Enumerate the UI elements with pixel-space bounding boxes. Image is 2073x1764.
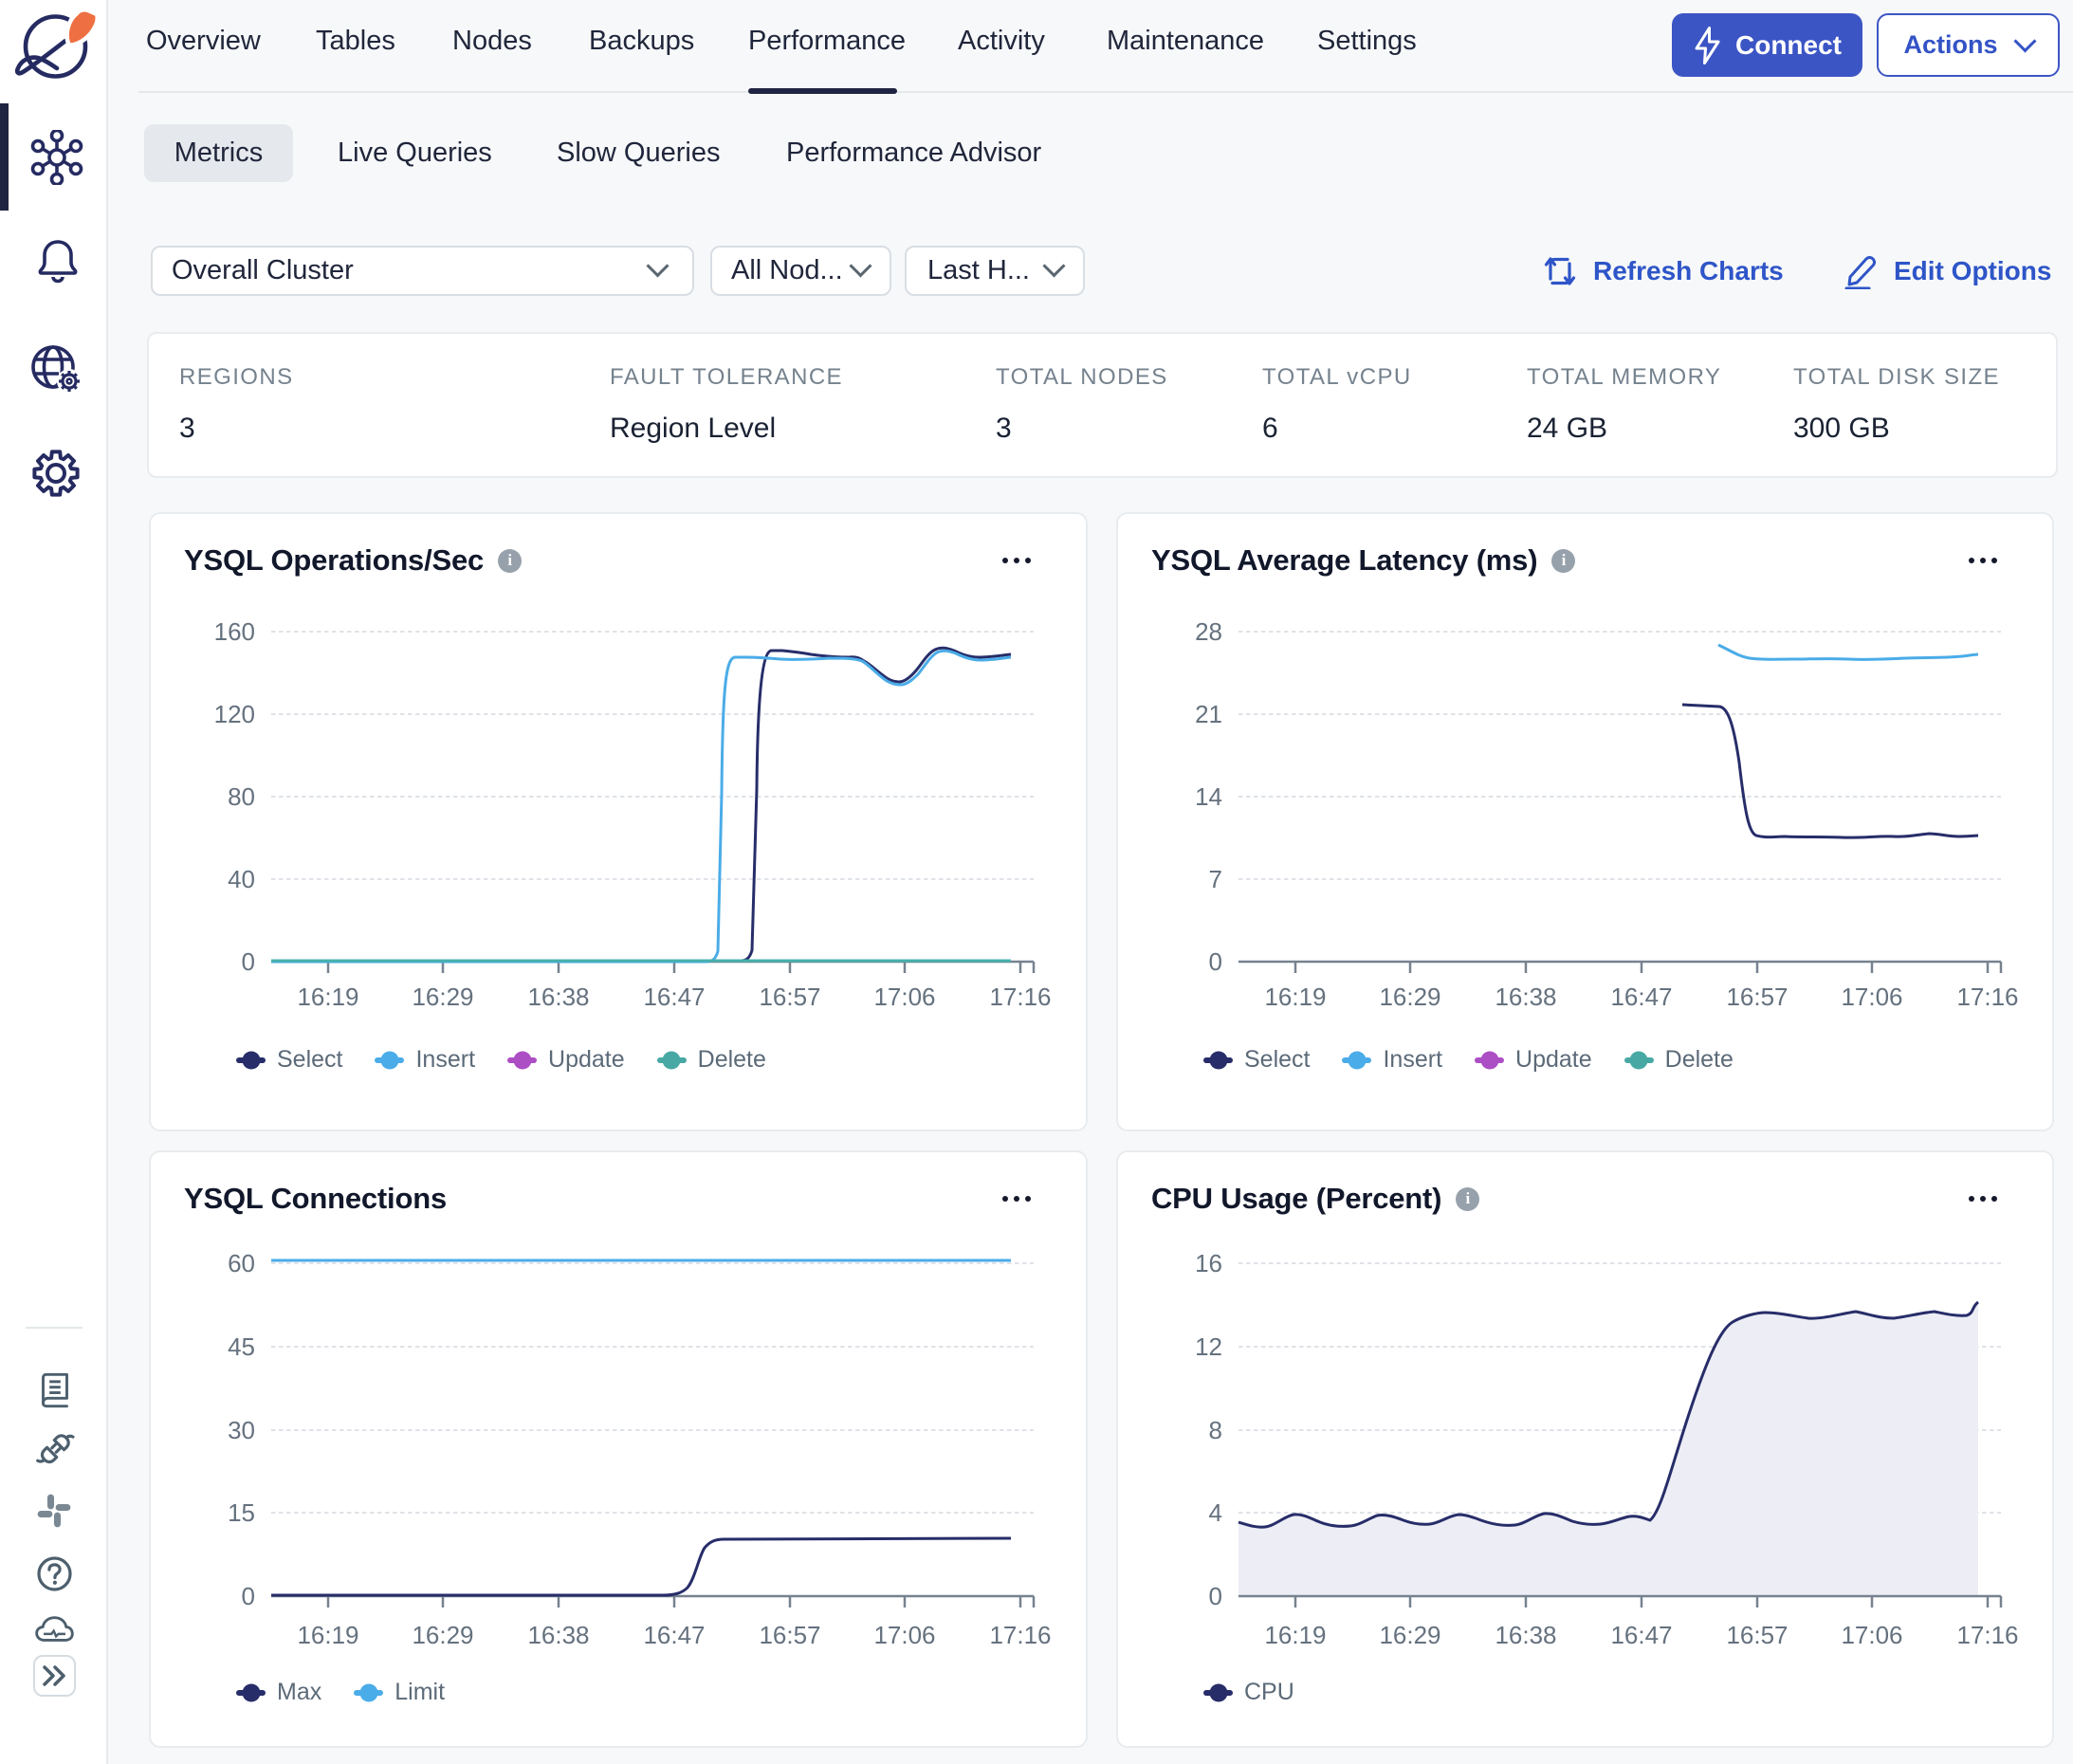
svg-text:16:29: 16:29 [1379, 983, 1440, 1011]
svg-text:17:16: 17:16 [1956, 1621, 2018, 1649]
svg-text:15: 15 [228, 1498, 255, 1527]
svg-text:17:16: 17:16 [989, 1621, 1051, 1649]
svg-text:16:47: 16:47 [643, 983, 705, 1011]
svg-text:16:38: 16:38 [1495, 983, 1556, 1011]
svg-text:21: 21 [1195, 700, 1222, 728]
svg-text:16:47: 16:47 [1610, 983, 1672, 1011]
svg-text:40: 40 [228, 865, 255, 893]
svg-text:7: 7 [1209, 865, 1222, 893]
svg-text:4: 4 [1209, 1498, 1222, 1527]
svg-text:16:29: 16:29 [1379, 1621, 1440, 1649]
svg-text:160: 160 [214, 617, 255, 646]
svg-text:12: 12 [1195, 1332, 1222, 1361]
svg-text:16:57: 16:57 [1726, 983, 1788, 1011]
svg-text:45: 45 [228, 1332, 255, 1361]
svg-text:16:19: 16:19 [297, 983, 358, 1011]
svg-text:16:47: 16:47 [643, 1621, 705, 1649]
svg-text:14: 14 [1195, 782, 1222, 811]
svg-text:16:38: 16:38 [527, 1621, 589, 1649]
svg-text:17:06: 17:06 [1841, 983, 1902, 1011]
svg-text:17:06: 17:06 [873, 983, 935, 1011]
svg-text:30: 30 [228, 1416, 255, 1444]
svg-text:80: 80 [228, 782, 255, 811]
svg-text:0: 0 [242, 947, 255, 976]
svg-text:17:16: 17:16 [1956, 983, 2018, 1011]
svg-text:17:06: 17:06 [1841, 1621, 1902, 1649]
svg-text:16:29: 16:29 [412, 1621, 473, 1649]
svg-text:0: 0 [1209, 947, 1222, 976]
svg-text:16:19: 16:19 [1264, 983, 1326, 1011]
svg-text:17:16: 17:16 [989, 983, 1051, 1011]
svg-text:16: 16 [1195, 1249, 1222, 1277]
svg-text:60: 60 [228, 1249, 255, 1277]
svg-text:16:47: 16:47 [1610, 1621, 1672, 1649]
svg-text:16:29: 16:29 [412, 983, 473, 1011]
svg-text:16:38: 16:38 [1495, 1621, 1556, 1649]
svg-text:0: 0 [1209, 1582, 1222, 1610]
svg-text:120: 120 [214, 700, 255, 728]
svg-text:16:19: 16:19 [1264, 1621, 1326, 1649]
svg-text:17:06: 17:06 [873, 1621, 935, 1649]
svg-text:0: 0 [242, 1582, 255, 1610]
svg-text:16:57: 16:57 [759, 983, 820, 1011]
svg-text:28: 28 [1195, 617, 1222, 646]
svg-text:16:19: 16:19 [297, 1621, 358, 1649]
svg-text:16:57: 16:57 [759, 1621, 820, 1649]
svg-text:16:57: 16:57 [1726, 1621, 1788, 1649]
svg-text:8: 8 [1209, 1416, 1222, 1444]
svg-text:16:38: 16:38 [527, 983, 589, 1011]
